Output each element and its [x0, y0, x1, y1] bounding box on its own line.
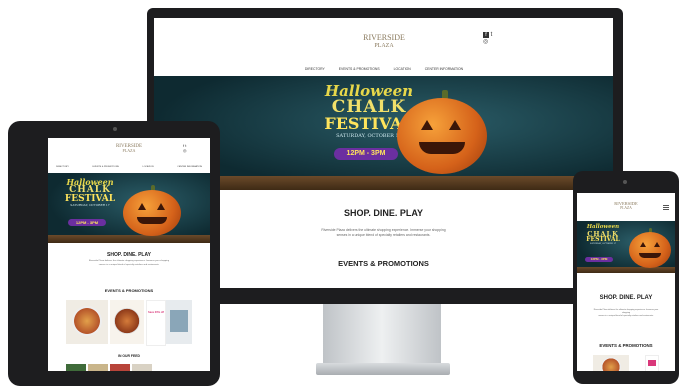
phone-event-card-1[interactable] — [593, 355, 629, 371]
promo-text: Save 20% off — [148, 311, 165, 314]
tablet-tagline: SHOP. DINE. PLAY — [107, 252, 151, 258]
nav-item-center-info[interactable]: CENTER INFORMATION — [425, 67, 463, 71]
tablet-event-card-2[interactable] — [110, 300, 144, 344]
logo-name-line2: PLAZA — [374, 43, 394, 49]
facebook-icon[interactable]: f — [483, 32, 489, 38]
tagline: SHOP. DINE. PLAY — [343, 208, 424, 218]
logo[interactable]: RIVERSIDE PLAZA — [354, 33, 414, 50]
tablet-logo[interactable]: RIVERSIDE PLAZA — [105, 144, 153, 153]
camera-icon — [113, 127, 117, 131]
tablet-pumpkin-image — [123, 190, 181, 236]
phone-logo-line2: PLAZA — [620, 205, 632, 210]
tablet-event-card-3[interactable] — [166, 300, 192, 344]
phone-hero-title: Halloween CHALK FESTIVAL SATURDAY, OCTOB… — [581, 224, 625, 245]
table-surface — [154, 176, 613, 190]
pasta-image — [114, 308, 140, 334]
towels-image — [170, 310, 188, 332]
phone-logo[interactable]: RIVERSIDE PLAZA — [605, 201, 647, 210]
intro-text: Riverside Plaza delivers the ultimate sh… — [254, 228, 513, 238]
phone-tagline: SHOP. DINE. PLAY — [599, 295, 653, 301]
feed-thumb-3[interactable] — [110, 364, 130, 371]
tablet-intro: Riverside Plaza delivers the ultimate sh… — [66, 260, 192, 267]
tablet-nav-location[interactable]: LOCATION — [143, 166, 154, 168]
tablet-hero-title: Halloween CHALK FESTIVAL SATURDAY, OCTOB… — [60, 178, 120, 207]
nav-item-directory[interactable]: DIRECTORY — [305, 67, 325, 71]
tablet-intro-line2: senses in a unique blend of specialty re… — [98, 263, 160, 266]
phone-intro-line2: senses in a unique blend of specialty re… — [598, 315, 654, 318]
instagram-icon[interactable]: ◎ — [483, 39, 488, 45]
phone-promo-badge — [648, 360, 656, 366]
phone-intro: Riverside Plaza delivers the ultimate sh… — [593, 309, 659, 319]
tablet-screen: RIVERSIDE PLAZA f t ◎ DIRECTORY EVENTS &… — [48, 138, 210, 371]
tablet-nav: DIRECTORY EVENTS & PROMOTIONS LOCATION C… — [56, 166, 202, 168]
phone-hero-time: 12PM - 3PM — [585, 257, 613, 262]
tablet-social: f t ◎ — [183, 143, 187, 153]
tablet-event-card-1[interactable] — [66, 300, 108, 344]
nav-item-events[interactable]: EVENTS & PROMOTIONS — [339, 67, 380, 71]
tablet-nav-events[interactable]: EVENTS & PROMOTIONS — [92, 166, 118, 168]
tablet-promo-card[interactable]: Save 20% off — [146, 300, 166, 346]
phone-screen: RIVERSIDE PLAZA Halloween CHALK FESTIVAL… — [577, 193, 675, 371]
tablet-hero[interactable]: Halloween CHALK FESTIVAL SATURDAY, OCTOB… — [48, 173, 210, 243]
feed-thumb-1[interactable] — [66, 364, 86, 371]
phone-pumpkin-image — [629, 232, 671, 268]
phone-camera-icon — [623, 180, 627, 184]
desktop-screen: RIVERSIDE PLAZA f t ◎ DIRECTORY EVENTS &… — [154, 18, 613, 288]
phone-table-surface — [577, 267, 675, 273]
pumpkin-image — [397, 98, 487, 174]
feed-thumb-4[interactable] — [132, 364, 152, 371]
logo-name-line1: RIVERSIDE — [363, 33, 405, 42]
phone-hero[interactable]: Halloween CHALK FESTIVAL SATURDAY, OCTOB… — [577, 221, 675, 273]
tablet-nav-directory[interactable]: DIRECTORY — [56, 166, 69, 168]
tablet-table-surface — [48, 235, 210, 243]
phone-promo-card[interactable] — [645, 355, 659, 371]
tablet-logo-line2: PLAZA — [122, 148, 136, 153]
monitor-stand-base — [316, 363, 450, 375]
monitor-stand-neck — [323, 304, 441, 366]
hero-time: 12PM - 3PM — [334, 148, 398, 160]
hero-banner[interactable]: Halloween CHALK FESTIVAL SATURDAY, OCTOB… — [154, 76, 613, 190]
tablet-hero-date: SATURDAY, OCTOBER 17 — [70, 203, 110, 207]
phone-hero-date: SATURDAY, OCTOBER 17 — [589, 243, 617, 245]
tablet-instagram-icon[interactable]: ◎ — [183, 148, 187, 153]
tablet-nav-center-info[interactable]: CENTER INFORMATION — [177, 166, 202, 168]
social-links: f t ◎ — [483, 32, 492, 45]
feed-thumb-2[interactable] — [88, 364, 108, 371]
events-heading: EVENTS & PROMOTIONS — [338, 259, 429, 268]
nav-item-location[interactable]: LOCATION — [394, 67, 411, 71]
phone-events-heading: EVENTS & PROMOTIONS — [599, 343, 653, 348]
twitter-icon[interactable]: t — [491, 32, 493, 38]
food-bowl-image — [72, 306, 102, 336]
tablet-feed-heading: IN OUR FEED — [118, 354, 140, 358]
phone-food-image — [601, 357, 621, 371]
tablet-hero-time: 12PM - 3PM — [68, 219, 106, 226]
menu-icon[interactable] — [663, 205, 669, 210]
intro-line2: senses in a unique blend of specialty re… — [336, 233, 431, 237]
main-nav: DIRECTORY EVENTS & PROMOTIONS LOCATION C… — [284, 67, 484, 71]
tablet-events-heading: EVENTS & PROMOTIONS — [104, 288, 154, 293]
